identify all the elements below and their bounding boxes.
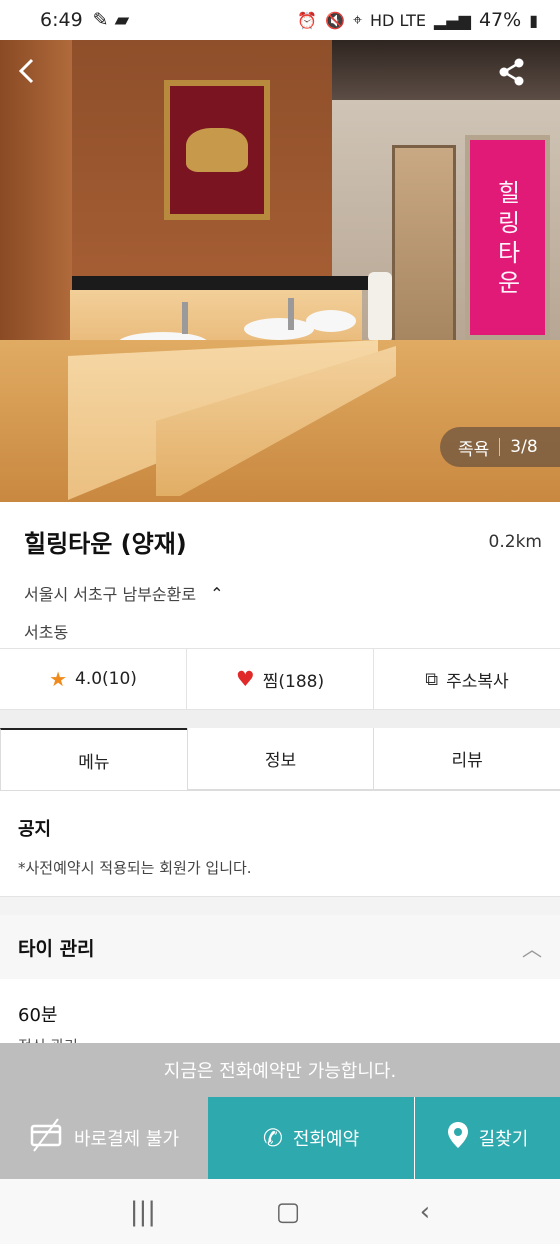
shop-distance: 0.2km — [488, 531, 542, 552]
address-line-1: 서울시 서초구 남부순환로 — [24, 585, 197, 604]
banner-text: 힐링타운 — [497, 179, 521, 297]
alarm-icon: ⏰ — [297, 10, 318, 30]
photo-category: 족욕 — [458, 439, 490, 460]
menu-item[interactable]: 60분 전신 관리 — [0, 979, 560, 1055]
recent-apps-icon[interactable]: ||| — [130, 1197, 156, 1227]
copy-address-label: 주소복사 — [446, 671, 509, 692]
tab-info[interactable]: 정보 — [186, 728, 374, 790]
location-icon: ⌖ — [352, 10, 362, 29]
favorite-button[interactable]: ♥ 찜(188) — [186, 649, 373, 709]
card-disabled-icon — [28, 1117, 64, 1159]
tab-bar: 메뉴 정보 리뷰 — [0, 728, 560, 791]
copy-icon: ⧉ — [425, 668, 439, 690]
signal-icon: ▂▄▆ — [434, 10, 471, 30]
shop-banner: 힐링타운 — [465, 135, 550, 340]
share-button[interactable] — [494, 54, 530, 90]
back-nav-icon[interactable]: ‹ — [420, 1197, 430, 1227]
call-reserve-button[interactable]: ✆ 전화예약 — [207, 1097, 414, 1179]
notice-heading: 공지 — [18, 819, 52, 840]
status-bar: 6:49 ✎ ▰ ⏰ 🔇 ⌖ HD LTE ▂▄▆ 47% ▮ — [0, 0, 560, 40]
shop-name: 힐링타운 (양재) — [24, 530, 187, 558]
chevron-up-icon[interactable]: ⌃ — [210, 584, 223, 603]
back-arrow-icon — [18, 58, 34, 84]
phone-only-banner: 지금은 전화예약만 가능합니다. — [0, 1043, 560, 1097]
section-title: 타이 관리 — [18, 937, 95, 960]
message-icon: ▰ — [114, 9, 130, 31]
system-nav-bar: ||| ▢ ‹ — [0, 1179, 560, 1244]
notification-icons: ✎ ▰ — [93, 9, 130, 31]
location-pin-icon — [447, 1121, 469, 1155]
direct-pay-label: 바로결제 불가 — [73, 1129, 180, 1150]
notice-text: *사전예약시 적용되는 회원가 입니다. — [18, 859, 252, 877]
rating-label: 4.0(10) — [75, 669, 137, 689]
door — [392, 145, 456, 345]
photo-index: 3/8 — [510, 437, 538, 457]
home-icon[interactable]: ▢ — [276, 1197, 301, 1227]
rating-button[interactable]: ★ 4.0(10) — [0, 649, 186, 709]
photo-counter: 족욕 3/8 — [440, 427, 560, 467]
favorite-label: 찜(188) — [262, 671, 325, 692]
status-time: 6:49 — [40, 9, 83, 31]
heart-icon: ♥ — [235, 667, 255, 691]
network-label: HD LTE — [370, 10, 427, 30]
share-icon — [499, 58, 524, 86]
directions-button[interactable]: 길찾기 — [414, 1097, 560, 1179]
tab-review[interactable]: 리뷰 — [373, 728, 560, 790]
direct-pay-button[interactable]: 바로결제 불가 — [0, 1097, 207, 1179]
action-row: ★ 4.0(10) ♥ 찜(188) ⧉ 주소복사 — [0, 648, 560, 710]
chevron-up-icon[interactable]: ︿ — [522, 933, 542, 962]
star-icon: ★ — [49, 667, 67, 691]
section-thai-toggle[interactable]: 타이 관리 ︿ — [0, 915, 560, 979]
notice-section: 공지 *사전예약시 적용되는 회원가 입니다. — [0, 791, 560, 897]
pen-icon: ✎ — [92, 9, 109, 31]
tab-menu[interactable]: 메뉴 — [0, 728, 187, 790]
copy-address-button[interactable]: ⧉ 주소복사 — [373, 649, 560, 709]
elephant-painting — [164, 80, 270, 220]
address-toggle[interactable]: 서울시 서초구 남부순환로 ⌃ — [24, 581, 536, 605]
menu-duration: 60분 — [18, 1005, 58, 1026]
call-reserve-label: 전화예약 — [292, 1129, 360, 1150]
shop-info: 힐링타운 (양재) 0.2km 서울시 서초구 남부순환로 ⌃ 서초동 — [0, 502, 560, 648]
address-line-2: 서초동 — [24, 623, 69, 642]
bottom-action-bar: 바로결제 불가 ✆ 전화예약 길찾기 — [0, 1097, 560, 1179]
directions-label: 길찾기 — [478, 1129, 529, 1150]
phone-icon: ✆ — [262, 1124, 283, 1152]
mute-icon: 🔇 — [325, 10, 345, 30]
battery-icon: ▮ — [529, 10, 538, 30]
back-button[interactable] — [10, 54, 44, 88]
battery-level: 47% — [478, 9, 522, 31]
system-icons: ⏰ 🔇 ⌖ HD LTE ▂▄▆ 47% ▮ — [297, 9, 538, 31]
